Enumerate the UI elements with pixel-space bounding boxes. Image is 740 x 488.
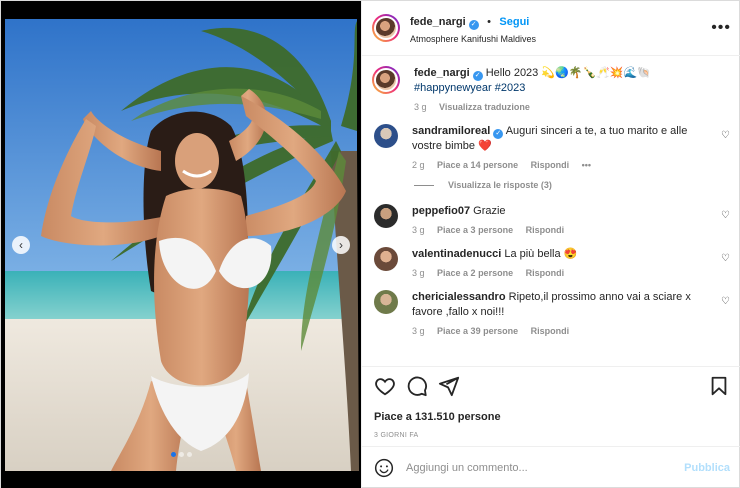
post-image[interactable]: ‹ › (1, 1, 361, 488)
comment-input[interactable] (406, 462, 685, 474)
comment-username[interactable]: valentinadenucci (412, 248, 501, 260)
caption-username[interactable]: fede_nargi (414, 67, 470, 79)
caption-time: 3 g (414, 102, 427, 112)
verified-icon: ✓ (468, 20, 479, 30)
post-header: fede_nargi ✓ • Segui Atmosphere Kanifushi… (362, 1, 740, 56)
comment: sandramiloreal ✓ Auguri sinceri a te, a t… (372, 124, 732, 170)
comment-time: 2 g (412, 160, 425, 170)
comment-time: 3 g (412, 326, 425, 336)
author-username[interactable]: fede_nargi (410, 16, 466, 28)
post-side-panel: fede_nargi ✓ • Segui Atmosphere Kanifushi… (361, 1, 740, 488)
carousel-dot (170, 452, 176, 457)
verified-icon: ✓ (472, 71, 483, 81)
comments-list[interactable]: fede_nargi ✓ Hello 2023 💫🌏🌴🍾🥂💥🌊🐚 #happyne… (362, 56, 740, 366)
separator-dot: • (487, 16, 491, 28)
likes-count[interactable]: Piace a 131.510 persone (374, 411, 730, 423)
comment-time: 3 g (412, 225, 425, 235)
caption-hashtags[interactable]: #happynewyear #2023 (414, 82, 525, 94)
post-modal: ‹ › fede_nargi ✓ • Segui Atmosphere Kanif… (0, 0, 740, 488)
bookmark-icon[interactable] (708, 375, 730, 397)
replies-line (414, 184, 434, 186)
comment-likes[interactable]: Piace a 14 persone (437, 160, 518, 170)
post-date: 3 GIORNI FA (374, 432, 419, 439)
emoji-icon[interactable] (374, 458, 394, 478)
comment-likes[interactable]: Piace a 3 persone (437, 225, 513, 235)
comment-likes[interactable]: Piace a 39 persone (437, 326, 518, 336)
comment-text: Grazie (473, 205, 506, 217)
comment: peppefio07 Grazie 3 g Piace a 3 persone … (372, 204, 732, 235)
comment-username[interactable]: chericialessandro (412, 291, 506, 303)
reply-button[interactable]: Rispondi (526, 225, 565, 235)
add-comment-bar: Pubblica (362, 446, 740, 488)
carousel-dot (186, 452, 192, 457)
carousel-indicator (1, 452, 361, 457)
follow-button[interactable]: Segui (499, 16, 529, 28)
caption: fede_nargi ✓ Hello 2023 💫🌏🌴🍾🥂💥🌊🐚 #happyne… (372, 66, 732, 112)
post-actions: Piace a 131.510 persone 3 GIORNI FA (362, 366, 740, 439)
comment-like-heart-icon[interactable]: ♡ (721, 210, 730, 221)
comment-text: La più bella 😍 (504, 248, 578, 260)
comment-like-heart-icon[interactable]: ♡ (721, 130, 730, 141)
commenter-avatar[interactable] (374, 247, 398, 271)
comment-like-heart-icon[interactable]: ♡ (721, 296, 730, 307)
beach-photo (1, 1, 361, 488)
carousel-dot (178, 452, 184, 457)
comment-more-icon[interactable]: ••• (582, 160, 591, 170)
reply-button[interactable]: Rispondi (531, 326, 570, 336)
chevron-left-icon: ‹ (19, 238, 23, 252)
author-avatar[interactable] (372, 66, 400, 94)
carousel-prev-button[interactable]: ‹ (12, 236, 30, 254)
translate-link[interactable]: Visualizza traduzione (439, 102, 530, 112)
commenter-avatar[interactable] (374, 124, 398, 148)
comment-likes[interactable]: Piace a 2 persone (437, 268, 513, 278)
comment: valentinadenucci La più bella 😍 3 g Piac… (372, 247, 732, 278)
commenter-avatar[interactable] (374, 204, 398, 228)
verified-icon: ✓ (493, 129, 504, 139)
commenter-avatar[interactable] (374, 290, 398, 314)
post-location[interactable]: Atmosphere Kanifushi Maldives (410, 34, 711, 44)
comment: chericialessandro Ripeto,il prossimo ann… (372, 290, 732, 336)
view-replies-button[interactable]: Visualizza le risposte (3) (414, 180, 732, 190)
caption-text: Hello 2023 💫🌏🌴🍾🥂💥🌊🐚 (485, 67, 651, 79)
reply-button[interactable]: Rispondi (531, 160, 570, 170)
comment-username[interactable]: peppefio07 (412, 205, 470, 217)
comment-time: 3 g (412, 268, 425, 278)
comment-like-heart-icon[interactable]: ♡ (721, 253, 730, 264)
carousel-next-button[interactable]: › (332, 236, 350, 254)
view-replies-label: Visualizza le risposte (3) (448, 180, 552, 190)
comment-username[interactable]: sandramiloreal (412, 125, 490, 137)
reply-button[interactable]: Rispondi (526, 268, 565, 278)
more-icon[interactable]: ••• (711, 19, 731, 37)
publish-button[interactable]: Pubblica (684, 462, 730, 474)
author-avatar[interactable] (372, 14, 400, 42)
comment-icon[interactable] (406, 375, 428, 397)
share-icon[interactable] (438, 375, 460, 397)
chevron-right-icon: › (339, 238, 343, 252)
heart-icon[interactable] (374, 375, 396, 397)
